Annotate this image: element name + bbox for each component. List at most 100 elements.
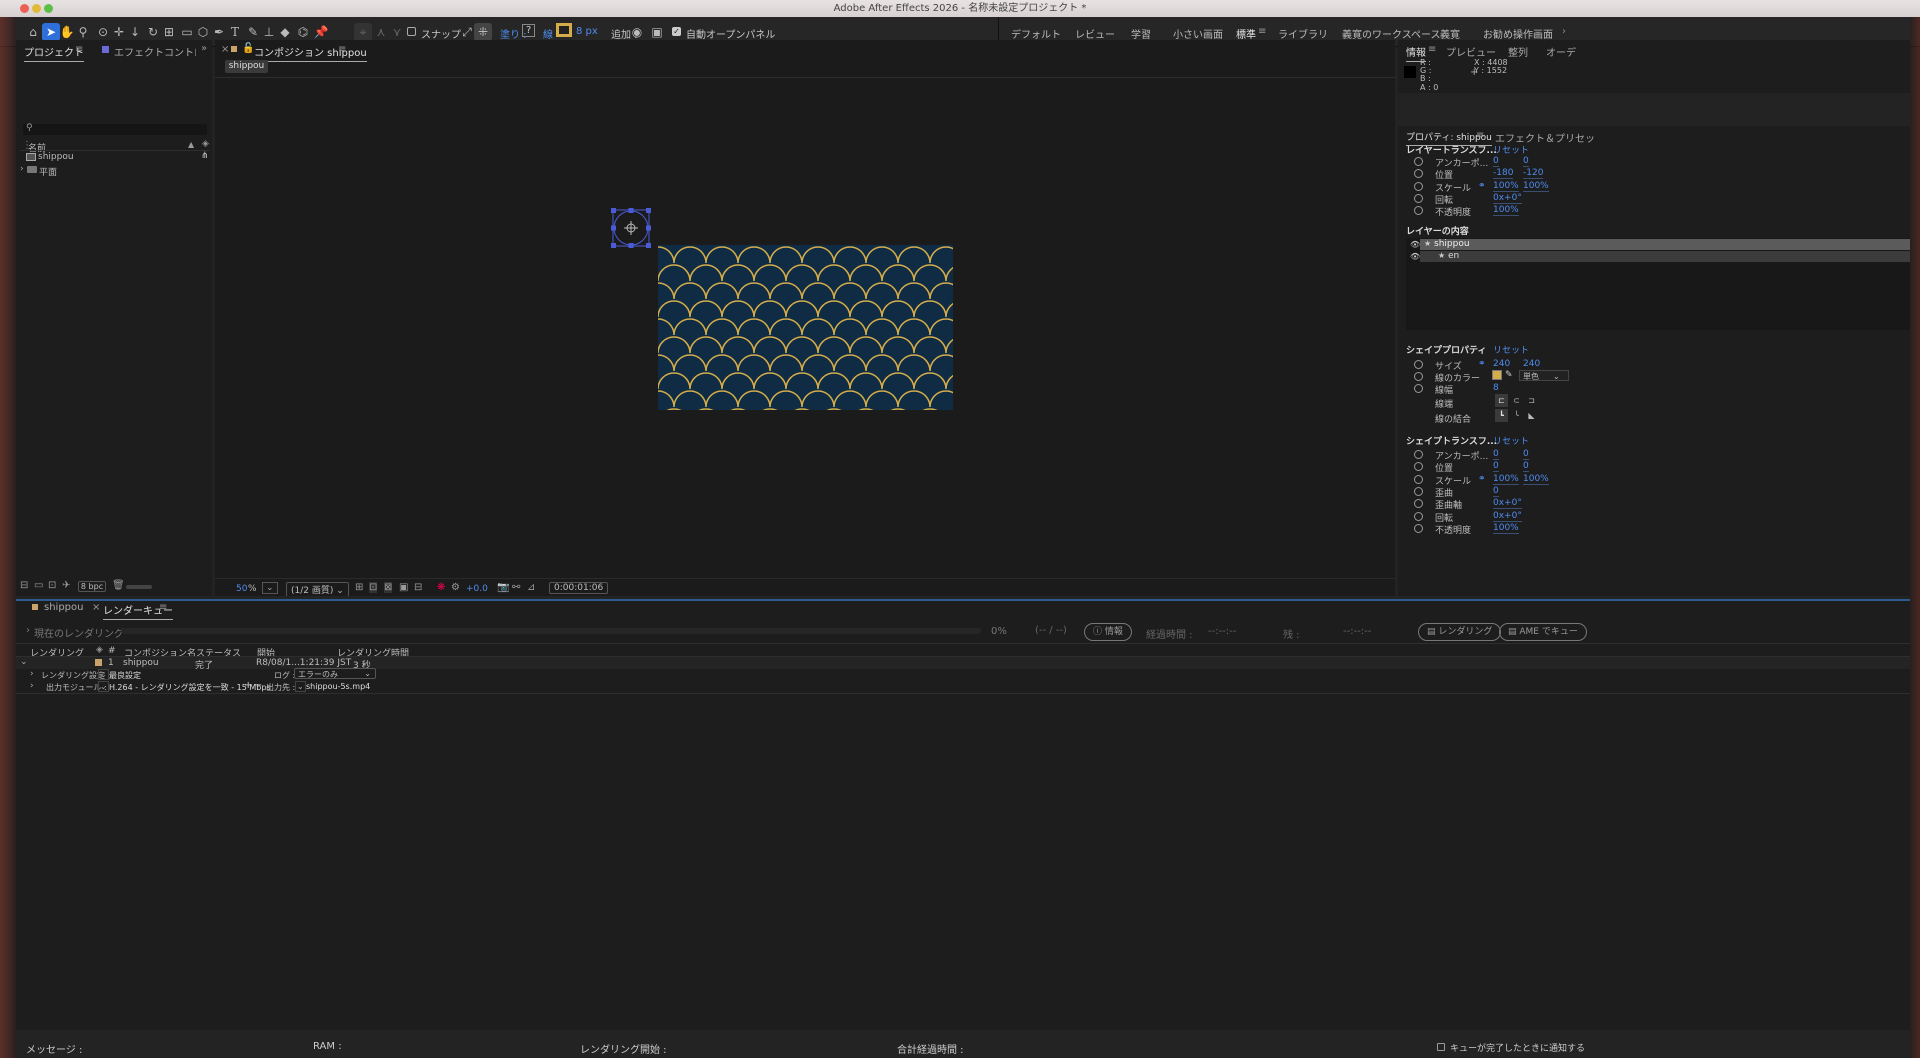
output-to-value[interactable]: shippou-5s.mp4 [306,682,370,691]
layer-transform-reset[interactable]: リセット [1493,143,1529,156]
tab-audio[interactable]: オーデ [1546,44,1576,59]
comp-breadcrumb[interactable]: shippou [225,60,268,73]
expand-arrow-icon[interactable]: › [30,669,34,679]
composition-canvas[interactable] [658,245,953,410]
info-menu-icon[interactable]: ≡ [1428,44,1436,55]
transparency-grid-icon[interactable]: ⊡ [369,582,378,593]
close-tab-icon[interactable]: × [92,602,100,613]
current-render-label[interactable]: 現在のレンダリング [34,625,124,640]
snap-grid-icon[interactable]: ⁜ [474,23,492,41]
project-menu-icon[interactable]: ≡ [75,44,83,55]
layer_transform-value2-1[interactable]: -120 [1523,168,1544,180]
stopwatch-icon[interactable] [1414,360,1423,369]
trash-icon[interactable]: 🗑 [112,580,125,591]
stopwatch-icon[interactable] [1414,157,1423,166]
shape_transform-value1-6[interactable]: 100% [1493,523,1519,534]
constrain-proportions-icon[interactable]: ⚭ [1478,474,1486,484]
stopwatch-icon[interactable] [1414,181,1423,191]
align-local-axis-icon[interactable]: ⌖ [354,23,372,41]
bevel-join-icon[interactable]: ◣ [1525,409,1538,422]
eyedropper-icon[interactable]: ✎ [1505,370,1513,380]
comp-menu-icon[interactable]: ≡ [338,44,346,55]
workspace-recommended[interactable]: お勧め操作画面 [1483,26,1553,41]
snapshot-icon[interactable]: 📷 [497,582,509,593]
layer_transform-value1-0[interactable]: 0 [1493,156,1499,167]
shape_transform-value1-2[interactable]: 100% [1493,474,1519,485]
auto-open-checkbox[interactable]: ✓ [672,27,681,36]
stopwatch-icon[interactable] [1414,462,1423,472]
view-axis-icon[interactable]: ⋎ [388,23,406,41]
project-item-folder[interactable]: › 平面 [20,164,210,178]
project-item-shippou[interactable]: shippou ⋔ [20,151,210,163]
expand-arrow-icon[interactable]: › [26,625,30,636]
mask-visibility-icon[interactable]: ⊠ [384,582,393,593]
dolly-camera-icon[interactable]: ↓ [126,23,144,41]
workspace-custom[interactable]: 義寛のワークスペース [1342,26,1441,41]
color-channels-icon[interactable]: ❋ [437,582,445,593]
stopwatch-icon[interactable] [1414,474,1423,484]
workspace-small-screen[interactable]: 小さい画面 [1173,26,1223,41]
eye-icon[interactable]: 👁 [1410,240,1420,249]
stroke-color-swatch[interactable] [1492,370,1502,380]
close-window-icon[interactable] [20,4,29,13]
content-item-en[interactable]: ★ en [1420,251,1910,262]
stopwatch-icon[interactable] [1414,450,1423,459]
pan-behind-icon[interactable]: ⊞ [160,23,178,41]
tab-align[interactable]: 整列 [1508,44,1528,59]
fill-swatch[interactable]: ? [522,24,536,37]
stopwatch-icon[interactable] [1414,206,1423,216]
stroke-width-value[interactable]: 8 [1493,383,1499,393]
stopwatch-icon[interactable] [1414,511,1423,521]
guides-icon[interactable]: ▣ [399,582,408,593]
roto-brush-icon[interactable]: ⌬ [294,23,312,41]
properties-menu-icon[interactable]: ≡ [1476,130,1484,141]
expand-arrow-icon[interactable]: › [20,164,24,174]
tab-timeline-shippou[interactable]: shippou [44,602,83,613]
new-composition-icon[interactable]: ⊡ [48,580,56,591]
layer_transform-value1-1[interactable]: -180 [1493,168,1514,180]
eye-icon[interactable]: 👁 [1410,252,1420,261]
stopwatch-icon[interactable] [1414,486,1423,496]
shape-transform-reset[interactable]: リセット [1493,434,1529,447]
layer_transform-value1-2[interactable]: 100% [1493,181,1519,192]
workspace-learn[interactable]: 学習 [1131,26,1151,41]
stroke-width[interactable]: 8 px [576,26,598,37]
remove-output-icon[interactable]: − [254,680,262,691]
show-snapshot-icon[interactable]: ⚯ [512,582,520,593]
layer-bounding-box[interactable] [609,206,653,250]
notify-checkbox[interactable] [1437,1043,1445,1051]
shape-props-title[interactable]: シェイププロパティ [1406,343,1486,356]
shape_transform-value1-3[interactable]: 0 [1493,486,1499,497]
collapse-arrow-icon[interactable]: ⌄ [20,657,28,667]
stopwatch-icon[interactable] [1414,372,1423,381]
shape_transform-value1-1[interactable]: 0 [1493,461,1499,473]
color-management-icon[interactable]: ⚙ [451,582,460,593]
stopwatch-icon[interactable] [1414,384,1423,393]
snap-checkbox[interactable] [407,27,416,36]
type-tool-icon[interactable]: T [226,23,244,41]
render-settings-value[interactable]: 最良設定 [109,670,141,681]
butt-cap-icon[interactable]: ⊏ [1495,394,1508,407]
maximize-window-icon[interactable] [44,4,53,13]
shape_transform-value1-0[interactable]: 0 [1493,449,1499,460]
minimize-window-icon[interactable] [32,4,41,13]
stroke-label[interactable]: 線 [543,26,553,41]
layer_transform-value1-3[interactable]: 0x+0° [1493,193,1522,204]
col-number[interactable]: # [108,646,116,656]
tab-composition[interactable]: コンポジション shippou [254,44,367,62]
flowchart-icon[interactable]: ⋔ [201,151,209,161]
more-workspaces-icon[interactable]: › [1562,26,1566,37]
stroke-swatch[interactable] [556,23,572,37]
workspace-menu-icon[interactable]: ≡ [1258,26,1266,37]
shape_transform-value2-0[interactable]: 0 [1523,449,1529,460]
constrain-proportions-icon[interactable]: ⚭ [1478,181,1486,191]
shape-transform-title[interactable]: シェイプトランスフ... [1406,434,1497,447]
stopwatch-icon[interactable] [1414,499,1423,509]
workspace-review[interactable]: レビュー [1075,26,1115,41]
layer-transform-title[interactable]: レイヤートランスフ... [1406,143,1497,156]
render-queue-menu-icon[interactable]: ≡ [159,602,167,613]
zoom-dropdown[interactable]: ⌄ [262,582,278,594]
round-join-icon[interactable]: ╰ [1510,409,1523,422]
ame-queue-button[interactable]: ▤ AME でキュー [1499,623,1587,641]
log-dropdown[interactable]: エラーのみ ⌄ [294,668,376,679]
